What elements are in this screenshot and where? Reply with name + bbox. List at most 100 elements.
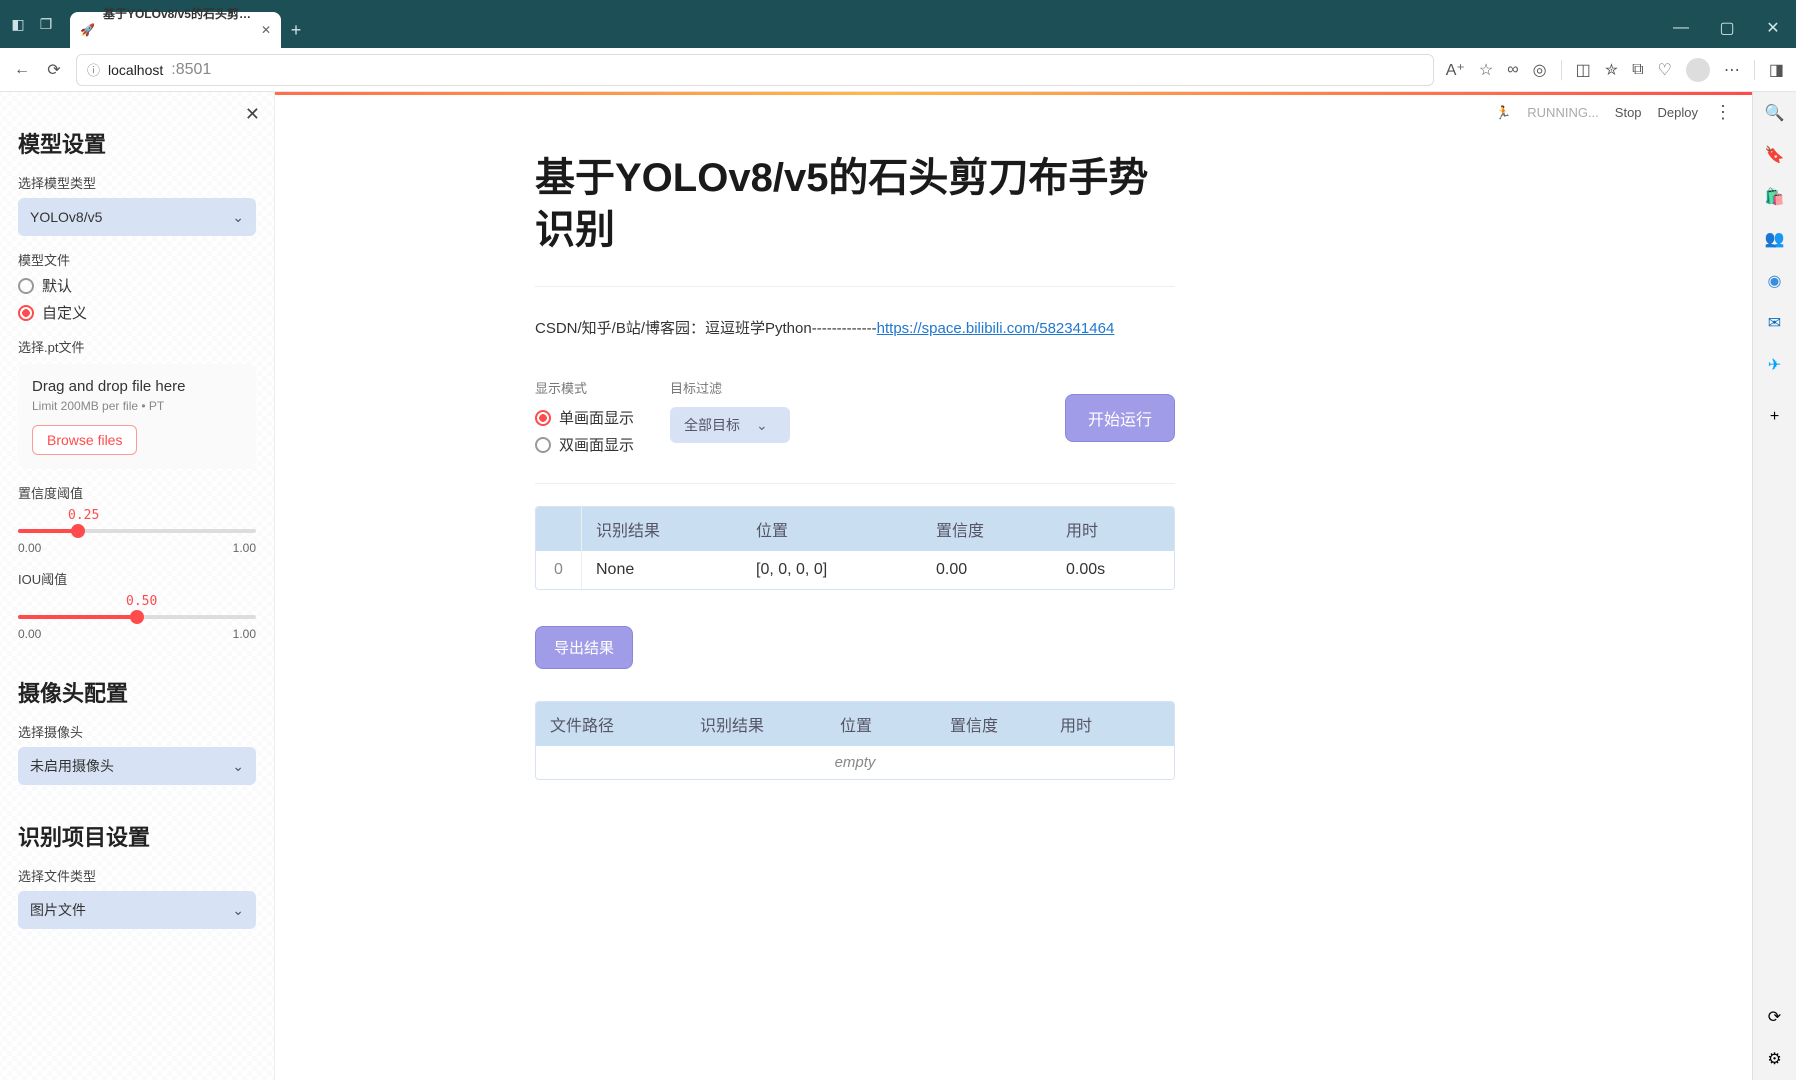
running-icon: 🏃 [1495, 105, 1511, 121]
td-conf: 0.00 [922, 551, 1052, 589]
th-conf2: 置信度 [936, 702, 1046, 746]
profile-avatar[interactable] [1686, 58, 1710, 82]
tabs-icon[interactable]: ❐ [36, 14, 56, 34]
file-dropzone[interactable]: Drag and drop file here Limit 200MB per … [18, 364, 256, 469]
sidebar-heading-model: 模型设置 [18, 127, 256, 159]
favorite-icon[interactable]: ☆ [1479, 60, 1493, 80]
iou-max: 1.00 [233, 627, 256, 641]
outlook-icon[interactable]: ✉ [1764, 312, 1786, 334]
close-tab-icon[interactable]: ✕ [261, 23, 271, 37]
browse-files-button[interactable]: Browse files [32, 425, 137, 455]
customize-icon[interactable]: ⟳ [1764, 1006, 1786, 1028]
maximize-icon[interactable]: ▢ [1704, 8, 1750, 48]
chevron-down-icon: ⌄ [232, 209, 244, 226]
slider-thumb[interactable] [130, 610, 144, 624]
model-type-select[interactable]: YOLOv8/v5 ⌄ [18, 198, 256, 236]
window-titlebar: ◧ ❐ 🚀 基于YOLOv8/v5的石头剪刀布手式 ✕ + — ▢ ✕ [0, 0, 1796, 48]
model-file-label: 模型文件 [18, 250, 256, 269]
send-icon[interactable]: ✈ [1764, 354, 1786, 376]
radio-default[interactable]: 默认 [18, 275, 256, 296]
stop-button[interactable]: Stop [1615, 105, 1642, 120]
browser-toolbar: ← ⟳ ⓘ localhost:8501 A⁺ ☆ ∞ ◎ ◫ ✮ ⧉ ♡ ⋯ … [0, 48, 1796, 92]
radio-default-label: 默认 [42, 275, 72, 296]
site-info-icon[interactable]: ⓘ [87, 60, 100, 79]
iou-slider[interactable] [18, 615, 256, 619]
streamlit-topbar: 🏃 RUNNING... Stop Deploy ⋮ [1495, 102, 1732, 123]
pt-file-label: 选择.pt文件 [18, 337, 256, 356]
split-icon[interactable]: ◫ [1576, 60, 1591, 80]
iou-min: 0.00 [18, 627, 41, 641]
minimize-icon[interactable]: — [1658, 8, 1704, 48]
favorites-list-icon[interactable]: ✮ [1605, 60, 1618, 80]
infinity-icon[interactable]: ∞ [1507, 61, 1518, 79]
iou-label: IOU阈值 [18, 569, 256, 588]
td-result: None [582, 551, 742, 589]
model-type-label: 选择模型类型 [18, 173, 256, 192]
radio-dual-label: 双画面显示 [559, 434, 634, 455]
th-result2: 识别结果 [686, 702, 826, 746]
sidebar: ✕ 模型设置 选择模型类型 YOLOv8/v5 ⌄ 模型文件 默认 自定义 选择… [0, 92, 275, 1080]
people-icon[interactable]: 👥 [1764, 228, 1786, 250]
th-pos: 位置 [742, 507, 922, 551]
radio-icon [18, 278, 34, 294]
slider-thumb[interactable] [71, 524, 85, 538]
target-filter-value: 全部目标 [684, 415, 740, 435]
sidebar-heading-camera: 摄像头配置 [18, 676, 256, 708]
radio-custom-label: 自定义 [42, 302, 87, 323]
refresh-icon[interactable]: ⟳ [44, 60, 64, 80]
back-icon[interactable]: ← [12, 60, 32, 80]
th-path: 文件路径 [536, 702, 686, 746]
menu-icon[interactable]: ⋮ [1714, 102, 1732, 123]
read-aloud-icon[interactable]: A⁺ [1446, 60, 1465, 80]
camera-select[interactable]: 未启用摄像头 ⌄ [18, 747, 256, 785]
th-time: 用时 [1052, 507, 1162, 551]
sidebar-toggle-icon[interactable]: ◨ [1769, 60, 1784, 80]
radio-custom[interactable]: 自定义 [18, 302, 256, 323]
conf-value: 0.25 [68, 508, 256, 523]
deploy-button[interactable]: Deploy [1658, 105, 1698, 120]
url-host: localhost [108, 62, 163, 78]
filetype-value: 图片文件 [30, 900, 86, 920]
export-table: 文件路径 识别结果 位置 置信度 用时 empty [535, 701, 1175, 780]
target-icon[interactable]: ◎ [1533, 60, 1547, 80]
more-icon[interactable]: ⋯ [1724, 60, 1740, 80]
heart-icon[interactable]: ♡ [1658, 60, 1672, 80]
radio-selected-icon [18, 305, 34, 321]
target-filter-select[interactable]: 全部目标 ⌄ [670, 407, 790, 443]
meta-link[interactable]: https://space.bilibili.com/582341464 [877, 320, 1115, 337]
camera-value: 未启用摄像头 [30, 756, 114, 776]
th-time2: 用时 [1046, 702, 1156, 746]
search-icon[interactable]: 🔍 [1764, 102, 1786, 124]
tag-icon[interactable]: 🔖 [1764, 144, 1786, 166]
conf-label: 置信度阈值 [18, 483, 256, 502]
run-button[interactable]: 开始运行 [1065, 394, 1175, 442]
filetype-select[interactable]: 图片文件 ⌄ [18, 891, 256, 929]
radio-icon [535, 437, 551, 453]
target-filter-label: 目标过滤 [670, 378, 790, 397]
shopping-icon[interactable]: 🛍️ [1764, 186, 1786, 208]
close-window-icon[interactable]: ✕ [1750, 8, 1796, 48]
close-sidebar-icon[interactable]: ✕ [245, 104, 260, 125]
new-tab-button[interactable]: + [281, 12, 311, 48]
radio-single-view[interactable]: 单画面显示 [535, 407, 634, 428]
copilot-icon[interactable]: ◉ [1764, 270, 1786, 292]
browser-tab[interactable]: 🚀 基于YOLOv8/v5的石头剪刀布手式 ✕ [70, 12, 281, 48]
workspace-icon[interactable]: ◧ [8, 14, 28, 34]
conf-min: 0.00 [18, 541, 41, 555]
meta-line: CSDN/知乎/B站/博客园：逗逗班学Python-------------ht… [535, 317, 1175, 338]
address-bar[interactable]: ⓘ localhost:8501 [76, 54, 1434, 86]
running-status: RUNNING... [1527, 105, 1599, 120]
add-app-icon[interactable]: + [1764, 406, 1786, 428]
camera-label: 选择摄像头 [18, 722, 256, 741]
radio-dual-view[interactable]: 双画面显示 [535, 434, 634, 455]
th-result: 识别结果 [582, 507, 742, 551]
conf-slider[interactable] [18, 529, 256, 533]
dropzone-hint: Limit 200MB per file • PT [32, 399, 242, 413]
td-time: 0.00s [1052, 551, 1162, 589]
radio-single-label: 单画面显示 [559, 407, 634, 428]
page-title: 基于YOLOv8/v5的石头剪刀布手势识别 [535, 152, 1175, 256]
settings-icon[interactable]: ⚙ [1764, 1048, 1786, 1070]
chevron-down-icon: ⌄ [756, 417, 768, 434]
export-button[interactable]: 导出结果 [535, 626, 633, 669]
collections-icon[interactable]: ⧉ [1632, 61, 1643, 79]
